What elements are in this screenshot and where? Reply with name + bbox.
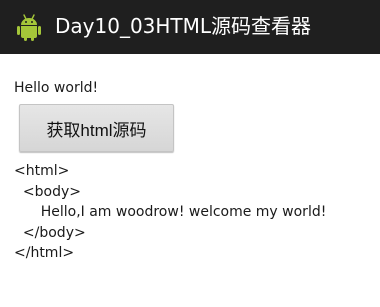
source-line: Hello,I am woodrow! welcome my world! (14, 204, 327, 220)
title-bar: Day10_03HTML源码查看器 (0, 0, 380, 54)
fetch-html-source-button[interactable]: 获取html源码 (19, 104, 174, 152)
source-line: </body> (14, 224, 86, 241)
source-line: </html> (14, 245, 75, 261)
source-line: <body> (14, 183, 81, 200)
html-source-output: <html> <body> Hello,I am woodrow! welcom… (14, 161, 366, 264)
hello-text: Hello world! (14, 80, 99, 96)
source-line: <html> (14, 163, 70, 179)
app-title: Day10_03HTML源码查看器 (55, 14, 312, 38)
android-icon (17, 14, 41, 41)
main-content: Hello world! 获取html源码 <html> <body> Hell… (0, 54, 380, 307)
